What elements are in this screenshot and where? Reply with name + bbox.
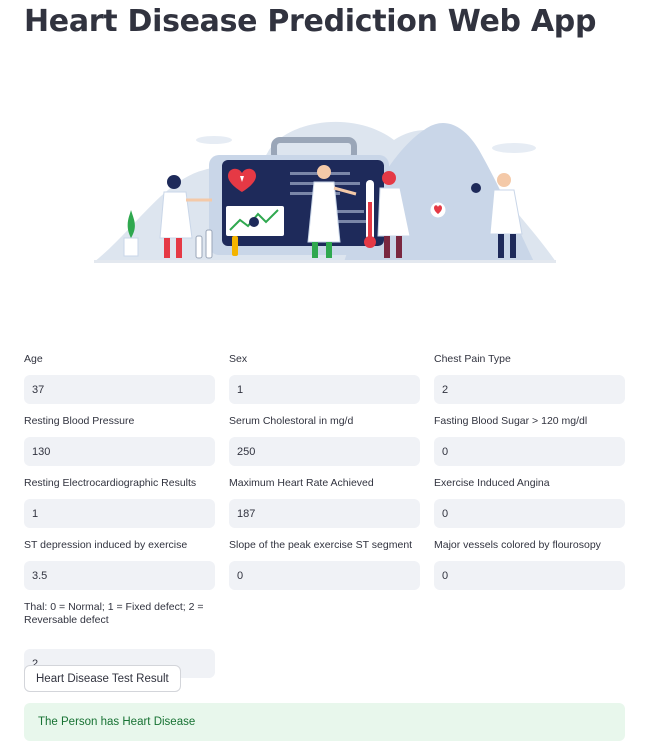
chest-pain-type-input[interactable]: 2 [434,375,625,404]
serum-cholestoral-input[interactable]: 250 [229,437,420,466]
field-max-heart-rate: Maximum Heart Rate Achieved 187 [229,474,420,528]
field-fasting-sugar: Fasting Blood Sugar > 120 mg/dl 0 [434,412,625,466]
field-sex: Sex 1 [229,350,420,404]
major-vessels-input[interactable]: 0 [434,561,625,590]
resting-ecg-input[interactable]: 1 [24,499,215,528]
max-heart-rate-input[interactable]: 187 [229,499,420,528]
test-result-button[interactable]: Heart Disease Test Result [24,665,181,692]
field-st-depression: ST depression induced by exercise 3.5 [24,536,215,590]
sex-input[interactable]: 1 [229,375,420,404]
field-label: Thal: 0 = Normal; 1 = Fixed defect; 2 = … [24,601,204,626]
field-label: Serum Cholestoral in mg/d [229,415,354,427]
field-label: Resting Blood Pressure [24,415,135,427]
result-success-alert: The Person has Heart Disease [24,703,625,741]
doctors-heart-illustration [94,110,556,270]
field-label: Chest Pain Type [434,353,511,365]
illustration-svg [94,121,556,263]
field-chest-pain: Chest Pain Type 2 [434,350,625,404]
field-st-slope: Slope of the peak exercise ST segment 0 [229,536,420,590]
field-resting-ecg: Resting Electrocardiographic Results 1 [24,474,215,528]
field-label: Slope of the peak exercise ST segment [229,539,413,551]
input-form-grid: Age 37 Sex 1 Chest Pain Type 2 Resting B… [24,350,625,678]
field-label: Major vessels colored by flourosopy [434,539,601,551]
field-label: Sex [229,353,248,365]
field-major-vessels: Major vessels colored by flourosopy 0 [434,536,625,590]
st-slope-input[interactable]: 0 [229,561,420,590]
exercise-angina-input[interactable]: 0 [434,499,625,528]
page-title: Heart Disease Prediction Web App [24,4,597,39]
field-resting-bp: Resting Blood Pressure 130 [24,412,215,466]
fasting-blood-sugar-input[interactable]: 0 [434,437,625,466]
field-label: Fasting Blood Sugar > 120 mg/dl [434,415,588,427]
st-depression-input[interactable]: 3.5 [24,561,215,590]
field-label: ST depression induced by exercise [24,539,188,551]
field-cholestoral: Serum Cholestoral in mg/d 250 [229,412,420,466]
field-age: Age 37 [24,350,215,404]
age-input[interactable]: 37 [24,375,215,404]
field-label: Maximum Heart Rate Achieved [229,477,374,489]
field-exercise-angina: Exercise Induced Angina 0 [434,474,625,528]
field-label: Resting Electrocardiographic Results [24,477,197,489]
result-message: The Person has Heart Disease [38,716,196,728]
resting-blood-pressure-input[interactable]: 130 [24,437,215,466]
field-label: Age [24,353,43,365]
field-label: Exercise Induced Angina [434,477,550,489]
